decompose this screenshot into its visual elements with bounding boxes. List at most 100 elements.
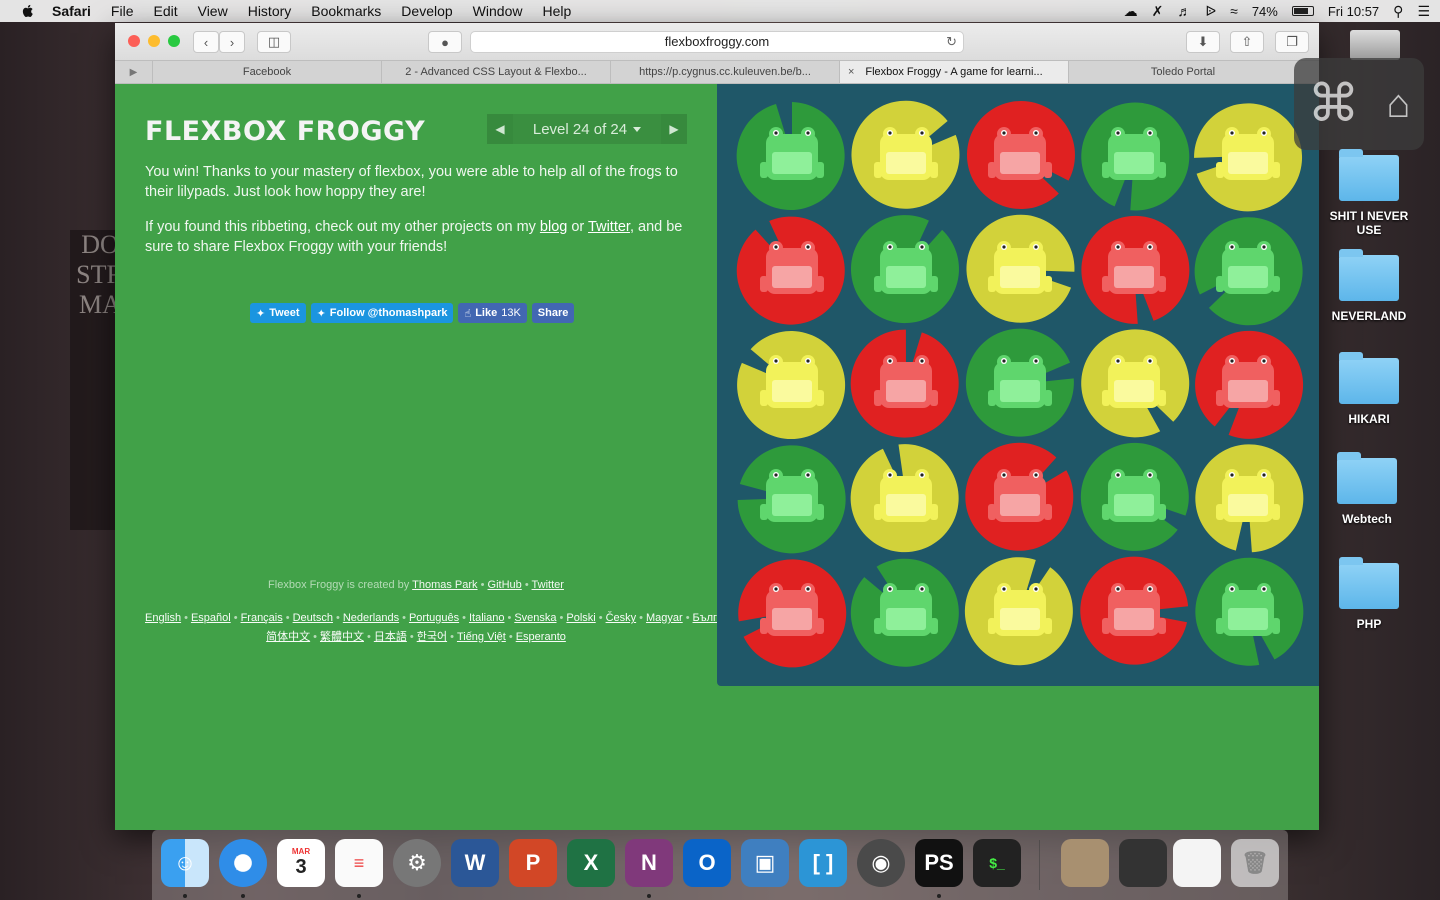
address-bar[interactable]: flexboxfroggy.com ↻	[470, 31, 964, 53]
notification-center-icon[interactable]: ☰	[1417, 3, 1430, 20]
notifications-muted-icon[interactable]: ✗	[1152, 3, 1164, 20]
menu-develop[interactable]: Develop	[391, 3, 462, 19]
apple-icon[interactable]	[20, 3, 36, 19]
desktop-folder-neverland[interactable]: NEVERLAND	[1324, 249, 1414, 323]
brackets-icon[interactable]: [ ]	[799, 839, 847, 887]
back-button[interactable]: ‹	[193, 31, 219, 53]
language-link[interactable]: Français	[241, 612, 283, 624]
level-indicator[interactable]: Level 24 of 24	[513, 121, 661, 138]
desktop-folder-hikari[interactable]: HIKARI	[1324, 352, 1414, 426]
follow-button[interactable]: ✦ Follow @thomashpark	[310, 303, 454, 323]
next-level-button[interactable]: ▶	[661, 114, 687, 144]
language-link[interactable]: Nederlands	[343, 612, 399, 624]
language-link[interactable]: 繁體中文	[320, 631, 364, 643]
outlook-icon[interactable]: O	[683, 839, 731, 887]
tweet-button[interactable]: ✦ Tweet	[250, 303, 306, 323]
virtualbox-icon[interactable]: ▣	[741, 839, 789, 887]
previous-level-button[interactable]: ◀	[487, 114, 513, 144]
sidebar-toggle-button[interactable]: ◫	[257, 31, 291, 53]
language-link[interactable]: Italiano	[469, 612, 504, 624]
dock: ☺ ➤ MAR 3 ≡ ⚙ W P X N O ▣ [ ] ◉ PS $_ 🗑	[152, 830, 1288, 900]
language-link[interactable]: 简体中文	[266, 631, 310, 643]
forward-button[interactable]: ›	[219, 31, 245, 53]
tabs-overview-button[interactable]: ❐	[1275, 31, 1309, 53]
language-link[interactable]: Tiếng Việt	[457, 631, 506, 643]
downloads-stack-icon[interactable]	[1173, 839, 1221, 887]
menu-help[interactable]: Help	[532, 3, 581, 19]
system-preferences-icon[interactable]: ⚙	[393, 839, 441, 887]
frog-icon	[1080, 556, 1189, 665]
close-tab-icon[interactable]: ×	[848, 66, 854, 78]
tab-kuleuven[interactable]: https://p.cygnus.cc.kuleuven.be/b...	[610, 61, 839, 83]
onenote-icon[interactable]: N	[625, 839, 673, 887]
facebook-like-button[interactable]: ☝ Like 13K	[458, 303, 527, 323]
github-extension-button[interactable]: ●	[428, 31, 462, 53]
language-link[interactable]: English	[145, 612, 181, 624]
reminders-icon[interactable]: ≡	[335, 839, 383, 887]
credits-twitter-link[interactable]: Twitter	[532, 579, 564, 591]
facebook-share-button[interactable]: Share	[531, 303, 575, 323]
tab-advanced-css[interactable]: 2 - Advanced CSS Layout & Flexbo...	[381, 61, 610, 83]
language-link[interactable]: Magyar	[646, 612, 683, 624]
desktop-folder-webtech[interactable]: Webtech	[1322, 452, 1412, 526]
green-lilypad-frog	[1188, 552, 1308, 672]
language-link[interactable]: Svenska	[514, 612, 556, 624]
menu-window[interactable]: Window	[463, 3, 533, 19]
language-link[interactable]: 한국어	[417, 631, 447, 643]
red-lilypad-frog	[960, 438, 1080, 558]
tab-pinned-youtube[interactable]: ▶	[115, 61, 152, 83]
minimize-window-button[interactable]	[148, 35, 160, 47]
menu-history[interactable]: History	[238, 3, 302, 19]
finder-icon[interactable]: ☺	[161, 839, 209, 887]
like-label: Like	[475, 307, 498, 319]
menu-bookmarks[interactable]: Bookmarks	[301, 3, 391, 19]
window-preview-icon[interactable]	[1119, 839, 1167, 887]
terminal-icon[interactable]: $_	[973, 839, 1021, 887]
frog-icon	[736, 216, 845, 325]
volume-icon[interactable]: ♬	[1177, 3, 1191, 19]
powerpoint-icon[interactable]: P	[509, 839, 557, 887]
menu-app-name[interactable]: Safari	[52, 3, 101, 19]
phpstorm-icon[interactable]: PS	[915, 839, 963, 887]
tab-flexbox-froggy[interactable]: × Flexbox Froggy - A game for learni...	[839, 61, 1068, 83]
language-link[interactable]: Polski	[566, 612, 595, 624]
tab-toledo-portal[interactable]: Toledo Portal	[1068, 61, 1297, 83]
documents-stack-icon[interactable]	[1061, 839, 1109, 887]
language-link[interactable]: Español	[191, 612, 231, 624]
language-link[interactable]: Česky	[606, 612, 637, 624]
zoom-window-button[interactable]	[168, 35, 180, 47]
menu-clock[interactable]: Fri 10:57	[1328, 4, 1379, 19]
battery-icon[interactable]	[1291, 6, 1314, 16]
wifi-icon[interactable]: ≈	[1230, 3, 1238, 19]
hard-drive-icon[interactable]	[1350, 30, 1400, 60]
trash-icon[interactable]: 🗑	[1231, 839, 1279, 887]
menu-edit[interactable]: Edit	[143, 3, 187, 19]
language-link[interactable]: Português	[409, 612, 459, 624]
language-link[interactable]: 日本語	[374, 631, 407, 643]
blog-link[interactable]: blog	[540, 219, 567, 235]
excel-icon[interactable]: X	[567, 839, 615, 887]
reload-icon[interactable]: ↻	[946, 32, 957, 52]
desktop-folder-shit-i-never-use[interactable]: SHIT I NEVER USE	[1324, 149, 1414, 237]
battery-percent[interactable]: 74%	[1252, 4, 1278, 19]
menu-view[interactable]: View	[188, 3, 238, 19]
author-link[interactable]: Thomas Park	[412, 579, 477, 591]
running-indicator	[647, 894, 651, 898]
twitter-link[interactable]: Twitter	[588, 219, 630, 235]
sequel-pro-icon[interactable]: ◉	[857, 839, 905, 887]
tab-facebook[interactable]: Facebook	[152, 61, 381, 83]
bluetooth-icon[interactable]: ᐉ	[1205, 3, 1216, 20]
word-icon[interactable]: W	[451, 839, 499, 887]
close-window-button[interactable]	[128, 35, 140, 47]
calendar-icon[interactable]: MAR 3	[277, 839, 325, 887]
safari-icon[interactable]: ➤	[219, 839, 267, 887]
spotlight-search-icon[interactable]: ⚲	[1393, 3, 1403, 20]
github-link[interactable]: GitHub	[488, 579, 522, 591]
language-link[interactable]: Deutsch	[293, 612, 333, 624]
language-link[interactable]: Esperanto	[516, 631, 566, 643]
desktop-folder-php[interactable]: PHP	[1324, 557, 1414, 631]
downloads-button[interactable]: ⬇	[1186, 31, 1220, 53]
creative-cloud-icon[interactable]: ☁	[1124, 3, 1138, 20]
share-button[interactable]: ⇧	[1230, 31, 1264, 53]
menu-file[interactable]: File	[101, 3, 144, 19]
